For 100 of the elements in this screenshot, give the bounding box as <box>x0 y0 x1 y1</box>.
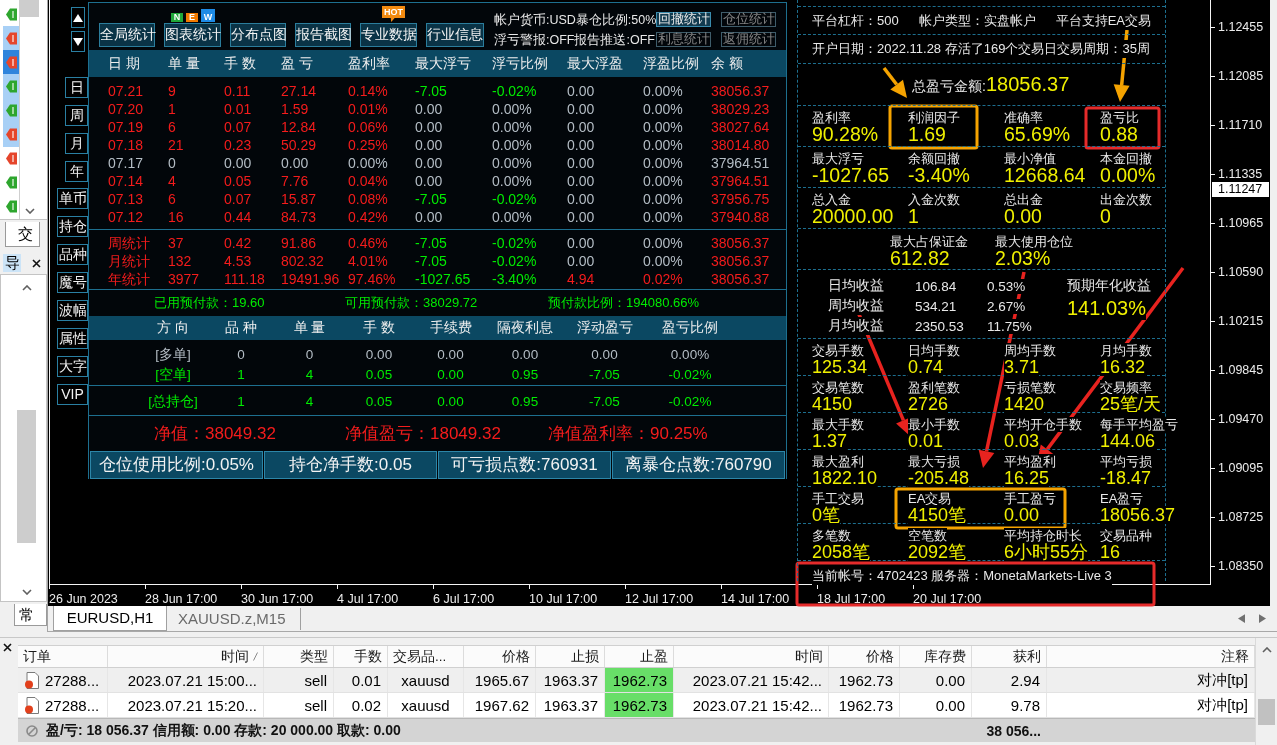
period-button[interactable]: 日 <box>65 77 88 98</box>
chevron-up-icon[interactable] <box>1261 647 1272 653</box>
table-cell: xauusd <box>388 668 464 692</box>
table-cell: 1965.67 <box>464 668 536 692</box>
chart-tab[interactable]: EURUSD,H1 <box>53 606 167 631</box>
time-label: 20 Jul 17:00 <box>913 592 982 606</box>
triangle-left-icon[interactable] <box>1238 614 1245 623</box>
scrollbar-thumb[interactable] <box>20 0 39 17</box>
slashed-circle-icon <box>26 724 38 737</box>
filter-button[interactable]: 品种 <box>57 244 88 265</box>
toolbar-button[interactable]: 全局统计 <box>99 23 155 47</box>
toolbar-button[interactable]: 报告截图 <box>295 23 351 47</box>
table-row[interactable]: 27288... 2023.07.21 15:20... sell 0.02 xauusd 1967.62 1963.37 1962.73 2023.07.21 15:42... 1962.73 0.00 9.78 对冲[tp] <box>18 693 1255 718</box>
column-header[interactable]: 止损 <box>536 646 605 667</box>
close-icon[interactable] <box>3 643 12 652</box>
filter-button[interactable]: VIP <box>57 384 88 405</box>
chevron-down-icon[interactable] <box>24 208 35 214</box>
table-cell: 4 <box>305 366 314 384</box>
column-header[interactable]: 库存费 <box>900 646 972 667</box>
period-button[interactable]: 周 <box>65 105 88 126</box>
filter-button[interactable]: 魔号 <box>57 272 88 293</box>
toolbar-button[interactable]: 专业数据 <box>360 23 417 47</box>
slash-icon <box>253 652 258 661</box>
panel-tab[interactable]: 常 <box>14 604 47 626</box>
badge-letter: W <box>201 9 215 22</box>
list-item[interactable] <box>3 122 19 147</box>
metric-value: 612.82 <box>890 249 950 267</box>
time-label: 4 Jul 17:00 <box>337 592 399 606</box>
toolbar-button[interactable]: 分布点图 <box>230 23 286 47</box>
filter-button[interactable]: 大字 <box>57 356 88 377</box>
table-row[interactable]: 27288... 2023.07.21 15:00... sell 0.01 xauusd 1965.67 1963.37 1962.73 2023.07.21 15:42... 1962.73 0.00 2.94 对冲[tp] <box>18 668 1255 693</box>
table-cell: 07.18 <box>108 136 144 154</box>
filter-button[interactable]: 单币 <box>57 188 88 209</box>
table-cell: 0.46% <box>348 234 388 252</box>
triangle-right-icon[interactable] <box>1259 614 1266 623</box>
column-header[interactable]: 止盈 <box>605 646 674 667</box>
table-cell: 07.19 <box>108 118 144 136</box>
average-label: 周均收益 <box>828 297 884 315</box>
metric-value: 16.32 <box>1100 358 1146 376</box>
table-cell: 37 <box>168 234 184 252</box>
table-cell: 12.84 <box>281 118 317 136</box>
toolbar-button[interactable]: 图表统计 <box>164 23 221 47</box>
period-button[interactable]: 年 <box>65 161 88 182</box>
metric-value: 20000.00 <box>812 207 894 225</box>
chart-tab[interactable]: XAUUSD.z,M15 <box>167 608 301 630</box>
table-cell: 0.00 <box>567 136 595 154</box>
column-header: 日 期 <box>108 54 140 73</box>
metric-label: 最大盈利 <box>812 454 864 469</box>
metric-label: 平均亏损 <box>1100 454 1152 469</box>
scroll-up-button[interactable] <box>71 7 85 28</box>
metric-value: 125.34 <box>812 358 868 376</box>
table-cell: 0.07 <box>224 118 252 136</box>
table-cell: [总持仓] <box>148 393 198 411</box>
metric-value: 4150 <box>812 395 853 413</box>
scroll-down-button[interactable] <box>71 31 85 52</box>
table-cell: 0.00% <box>492 100 532 118</box>
metric-label: 空笔数 <box>908 528 947 543</box>
close-icon[interactable] <box>32 258 41 268</box>
column-header[interactable]: 类型 <box>264 646 334 667</box>
column-header[interactable]: 价格 <box>464 646 536 667</box>
scrollbar-thumb[interactable] <box>1258 699 1275 725</box>
price-label: 1.08725 <box>1218 509 1264 525</box>
chevron-down-icon[interactable] <box>21 589 32 595</box>
table-cell: 27288... <box>45 696 100 714</box>
list-item[interactable] <box>3 50 19 75</box>
table-cell: 37956.75 <box>711 190 770 208</box>
account-info-text: 帐户货币:USD暴仓比例:50% <box>494 12 656 29</box>
column-header[interactable]: 交易品... <box>388 646 464 667</box>
tag-icon <box>5 55 17 69</box>
table-cell: 1967.62 <box>464 693 536 717</box>
table-cell: 0.95 <box>511 393 539 411</box>
list-item[interactable] <box>3 26 19 51</box>
metric-label: 最小手数 <box>908 417 960 432</box>
column-header[interactable]: 手数 <box>334 646 388 667</box>
panel-tab[interactable]: 交 <box>5 222 40 247</box>
column-header[interactable]: 价格 <box>829 646 900 667</box>
column-header: 浮动盈亏 <box>576 319 633 337</box>
table-cell: 91.86 <box>281 234 317 252</box>
stats-button[interactable]: 回撤统计 <box>656 12 711 27</box>
table-cell: 0.02% <box>643 270 683 288</box>
scrollbar-thumb[interactable] <box>17 410 36 543</box>
column-header[interactable]: 订单 <box>18 646 108 667</box>
filter-button[interactable]: 持仓 <box>57 216 88 237</box>
column-header[interactable]: 时间 <box>108 646 264 667</box>
period-button[interactable]: 月 <box>65 133 88 154</box>
column-header[interactable]: 获利 <box>972 646 1047 667</box>
toolbar-button[interactable]: 行业信息 <box>426 23 484 47</box>
filter-button[interactable]: 属性 <box>57 328 88 349</box>
column-header[interactable]: 时间 <box>674 646 829 667</box>
table-cell: 38056.37 <box>711 234 770 252</box>
chevron-up-icon[interactable] <box>21 285 32 291</box>
table-cell: 0.05 <box>224 172 252 190</box>
filter-button[interactable]: 波幅 <box>57 300 88 321</box>
table-cell: 0.00 <box>567 100 595 118</box>
table-cell: 0.07 <box>224 190 252 208</box>
table-cell: 0.08% <box>348 190 388 208</box>
metric-value: 0笔 <box>812 506 840 524</box>
metric-label: 入金次数 <box>908 192 960 207</box>
table-cell: -0.02% <box>492 82 537 100</box>
stat-box: 可亏损点数:760931 <box>438 451 611 479</box>
